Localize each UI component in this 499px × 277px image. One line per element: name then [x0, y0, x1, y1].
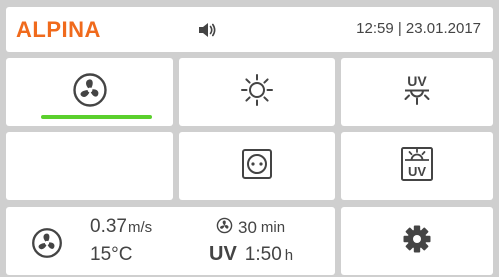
svg-text:UV: UV — [407, 73, 427, 89]
uv-lamp-icon: UV — [400, 72, 434, 113]
speaker-icon[interactable] — [197, 21, 217, 44]
fan-tile[interactable] — [6, 58, 173, 126]
fan-timer-icon — [216, 217, 238, 237]
status-panel: 0.37m/s 15°C 30 min UV 1:50 h — [6, 207, 335, 275]
fan-timer: 30 min — [216, 217, 285, 237]
header-bar: ALPINA 12:59 | 23.01.2017 — [6, 7, 493, 52]
power-socket-icon — [241, 148, 273, 185]
brand-logo: ALPINA — [16, 17, 101, 42]
temperature: 15°C — [90, 245, 132, 264]
light-tile[interactable] — [179, 58, 335, 126]
sun-icon — [240, 73, 274, 112]
fan-timer-unit: min — [260, 218, 286, 236]
svg-text:UV: UV — [408, 164, 426, 179]
uv-timer-unit: h — [284, 247, 294, 264]
uv-window-tile[interactable]: UV — [341, 132, 493, 200]
uv-timer-label: UV — [209, 243, 237, 265]
uv-window-icon: UV — [400, 146, 434, 187]
gear-icon — [402, 224, 432, 259]
empty-tile — [6, 132, 173, 200]
fan-icon — [72, 72, 108, 113]
fan-timer-value: 30 — [238, 217, 257, 237]
temperature-value: 15 — [90, 244, 112, 265]
airflow-speed-unit: m/s — [127, 219, 153, 236]
airflow-speed: 0.37m/s — [90, 217, 152, 236]
uv-timer: UV 1:50 h — [209, 244, 293, 264]
uv-lamp-tile[interactable]: UV — [341, 58, 493, 126]
temperature-unit: °C — [111, 244, 133, 265]
datetime: 12:59 | 23.01.2017 — [356, 20, 481, 37]
settings-tile[interactable] — [341, 207, 493, 275]
active-indicator — [41, 115, 152, 119]
fan-status-icon — [31, 227, 63, 264]
airflow-speed-value: 0.37 — [90, 216, 127, 237]
socket-tile[interactable] — [179, 132, 335, 200]
uv-timer-value: 1:50 — [244, 244, 282, 265]
